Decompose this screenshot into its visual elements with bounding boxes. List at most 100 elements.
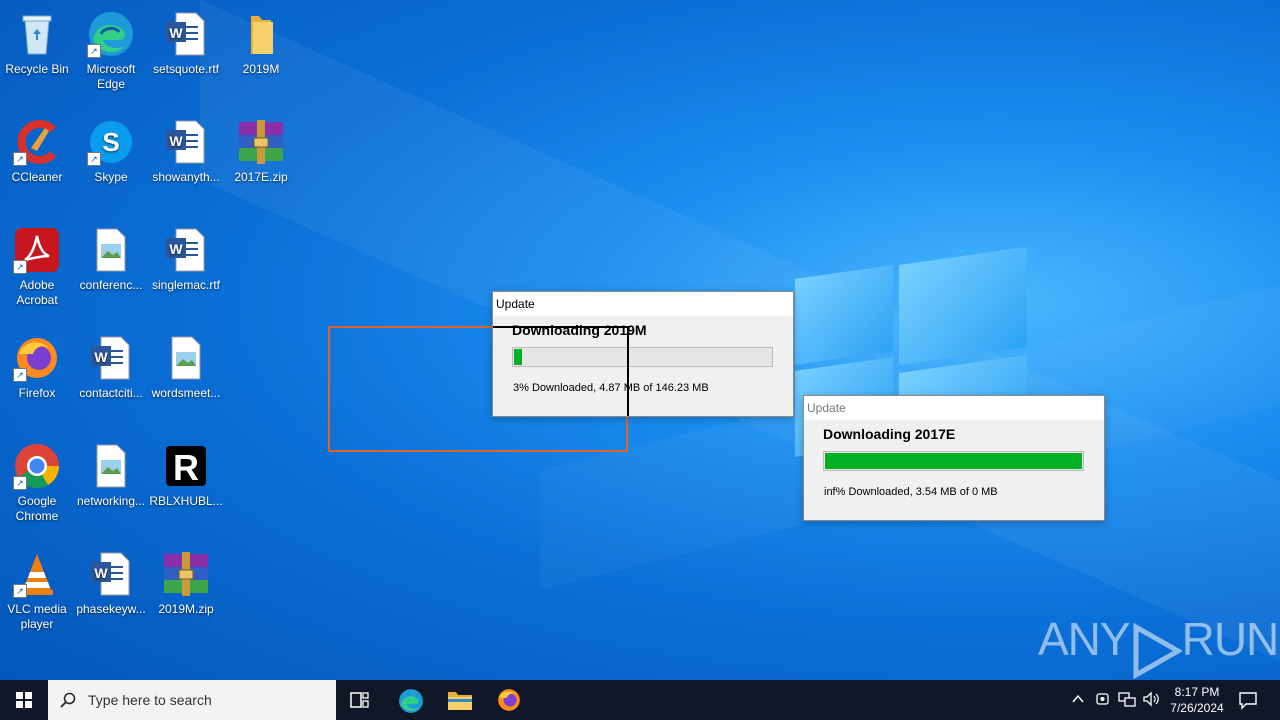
watermark-left: ANY: [1038, 613, 1131, 665]
desktop-icon-label: wordsmeet...: [151, 386, 221, 400]
skype-icon: S ↗: [87, 118, 135, 166]
word-doc-icon: W: [162, 226, 210, 274]
desktop-icon-rblxhubl[interactable]: R RBLXHUBL...: [148, 436, 224, 509]
clock-date: 7/26/2024: [1170, 701, 1224, 715]
edge-icon: [399, 689, 423, 713]
desktop-icon-wordsmeet-image[interactable]: wordsmeet...: [148, 328, 224, 401]
notification-icon: [1239, 692, 1257, 710]
progress-fill: [825, 453, 1082, 469]
tray-volume[interactable]: [1142, 691, 1160, 710]
download-progress-bar: [512, 347, 773, 367]
desktop-icon-label: 2017E.zip: [234, 170, 288, 184]
image-file-icon: [87, 442, 135, 490]
desktop-icon-setsquote-rtf[interactable]: W setsquote.rtf: [148, 4, 224, 77]
edge-icon: ↗: [87, 10, 135, 58]
play-icon: [1130, 622, 1183, 680]
svg-text:S: S: [102, 127, 119, 157]
taskbar-file-explorer[interactable]: [447, 688, 473, 714]
desktop-icon-label: 2019M.zip: [158, 602, 214, 616]
svg-text:W: W: [169, 133, 183, 149]
desktop-icon-networking-image[interactable]: networking...: [73, 436, 149, 509]
anyrun-watermark: ANY RUN: [1038, 612, 1280, 680]
desktop-icon-label: Firefox: [18, 386, 56, 400]
acrobat-icon: ↗: [13, 226, 61, 274]
desktop-icon-label: contactciti...: [79, 386, 143, 400]
network-icon: [1118, 692, 1136, 707]
firefox-icon: ↗: [13, 334, 61, 382]
search-icon: [60, 692, 76, 708]
update-dialog-2019m[interactable]: Update Downloading 2019M 3% Downloaded, …: [492, 291, 794, 417]
desktop-icon-skype[interactable]: S ↗ Skype: [73, 112, 149, 185]
chevron-up-icon: [1072, 694, 1084, 703]
desktop-icon-label: setsquote.rtf: [152, 62, 220, 76]
drag-line: [493, 326, 628, 328]
roblox-icon: R: [162, 442, 210, 490]
task-view-button[interactable]: [346, 688, 374, 712]
word-doc-icon: W: [87, 550, 135, 598]
image-file-icon: [87, 226, 135, 274]
desktop-icon-label: Recycle Bin: [5, 62, 69, 76]
progress-fill: [514, 349, 522, 365]
desktop-icon-2017e-zip[interactable]: 2017E.zip: [223, 112, 299, 185]
task-view-icon: [350, 692, 369, 708]
recycle-bin-icon: [13, 10, 61, 58]
winrar-archive-icon: [162, 550, 210, 598]
desktop-icon-label: Google Chrome: [15, 494, 59, 523]
desktop-icon-vlc[interactable]: ↗ VLC media player: [0, 544, 75, 632]
desktop-icon-2019m-zip[interactable]: 2019M.zip: [148, 544, 224, 617]
watermark-right: RUN: [1181, 613, 1280, 665]
ccleaner-icon: ↗: [13, 118, 61, 166]
desktop-icon-microsoft-edge[interactable]: ↗ Microsoft Edge: [73, 4, 149, 92]
desktop-icon-google-chrome[interactable]: ↗ Google Chrome: [0, 436, 75, 524]
svg-text:R: R: [173, 447, 199, 488]
desktop-icon-firefox[interactable]: ↗ Firefox: [0, 328, 75, 401]
image-file-icon: [162, 334, 210, 382]
download-progress-bar: [823, 451, 1084, 471]
word-doc-icon: W: [162, 118, 210, 166]
download-status-text: inf% Downloaded, 3.54 MB of 0 MB: [824, 486, 998, 498]
desktop-icon-label: Microsoft Edge: [86, 62, 136, 91]
desktop-icon-label: conferenc...: [79, 278, 143, 292]
windows-start-icon: [16, 692, 32, 708]
vlc-icon: ↗: [13, 550, 61, 598]
desktop-icon-label: phasekeyw...: [76, 602, 146, 616]
clock-time: 8:17 PM: [1174, 685, 1220, 699]
firefox-icon: [498, 689, 520, 711]
desktop-icon-label: VLC media player: [7, 602, 67, 631]
desktop-icon-ccleaner[interactable]: ↗ CCleaner: [0, 112, 75, 185]
desktop-icon-singlemac-rtf[interactable]: W singlemac.rtf: [148, 220, 224, 293]
desktop-icon-label: networking...: [76, 494, 146, 508]
taskbar-edge[interactable]: [398, 688, 424, 714]
desktop-icon-label: 2019M: [242, 62, 280, 76]
dialog-heading: Downloading 2017E: [823, 426, 956, 442]
show-hidden-icons-button[interactable]: [1071, 692, 1085, 709]
taskbar-clock[interactable]: 8:17 PM 7/26/2024: [1166, 684, 1228, 716]
desktop-icon-showanyth-doc[interactable]: W showanyth...: [148, 112, 224, 185]
desktop-icon-conference-image[interactable]: conferenc...: [73, 220, 149, 293]
start-button[interactable]: [0, 680, 48, 720]
desktop-icon-label: RBLXHUBL...: [149, 494, 223, 508]
svg-text:W: W: [169, 25, 183, 41]
desktop-icon-label: Skype: [94, 170, 128, 184]
word-doc-icon: W: [87, 334, 135, 382]
desktop-icon-label: Adobe Acrobat: [16, 278, 58, 307]
update-dialog-2017e[interactable]: Update Downloading 2017E inf% Downloaded…: [803, 395, 1105, 521]
desktop-icon-contactciti-doc[interactable]: W contactciti...: [73, 328, 149, 401]
tray-meet-now[interactable]: [1095, 691, 1111, 710]
notification-center-button[interactable]: [1238, 690, 1258, 713]
svg-text:W: W: [94, 349, 108, 365]
dialog-title: Update: [804, 396, 1104, 420]
taskbar-firefox[interactable]: [496, 687, 522, 713]
svg-text:W: W: [94, 565, 108, 581]
dialog-title: Update: [493, 292, 793, 316]
desktop-icon-phasekeyw-doc[interactable]: W phasekeyw...: [73, 544, 149, 617]
file-explorer-icon: [448, 692, 472, 710]
desktop-icon-label: singlemac.rtf: [151, 278, 221, 292]
tray-network[interactable]: [1118, 691, 1136, 710]
desktop-icon-2019m-folder[interactable]: 2019M: [223, 4, 299, 77]
desktop-icon-recycle-bin[interactable]: Recycle Bin: [0, 4, 75, 77]
chrome-icon: ↗: [13, 442, 61, 490]
volume-icon: [1143, 691, 1159, 707]
taskbar-search-box[interactable]: Type here to search: [48, 680, 336, 720]
desktop-icon-adobe-acrobat[interactable]: ↗ Adobe Acrobat: [0, 220, 75, 308]
